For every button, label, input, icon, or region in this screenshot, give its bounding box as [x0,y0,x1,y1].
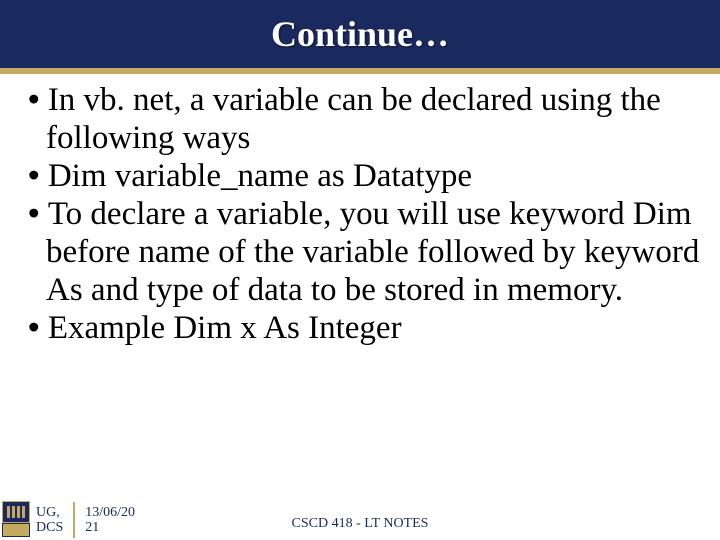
footer-org-line: UG, [36,505,63,520]
bullet-item: Dim variable_name as Datatype [28,158,700,196]
bullet-item: To declare a variable, you will use keyw… [28,196,700,310]
slide-header: Continue… [0,0,720,68]
footer-org: UG, DCS [36,505,63,536]
slide-footer: UG, DCS 13/06/20 21 CSCD 418 - LT NOTES [0,500,720,540]
footer-date-line: 21 [85,520,135,535]
bullet-item: Example Dim x As Integer [28,310,700,348]
footer-course-code: CSCD 418 - LT NOTES [292,516,429,532]
footer-date: 13/06/20 21 [85,505,135,536]
footer-date-line: 13/06/20 [85,505,135,520]
footer-org-line: DCS [36,520,63,535]
bullet-item: In vb. net, a variable can be declared u… [28,82,700,158]
slide-content: In vb. net, a variable can be declared u… [0,74,720,348]
university-logo-icon [2,501,32,539]
footer-divider [73,502,75,538]
slide-title: Continue… [271,13,449,55]
